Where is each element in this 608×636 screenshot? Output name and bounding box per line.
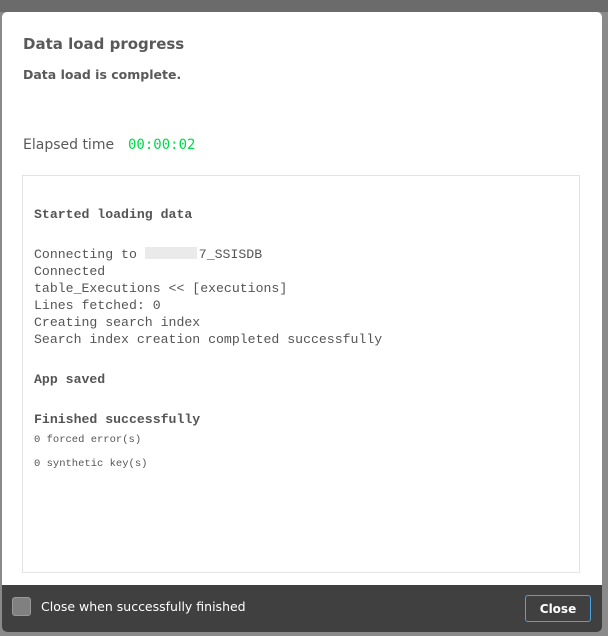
log-connecting-prefix: Connecting to bbox=[34, 247, 145, 262]
close-when-finished-label[interactable]: Close when successfully finished bbox=[41, 599, 246, 614]
log-line: Search index creation completed successf… bbox=[34, 332, 383, 347]
status-message: Data load is complete. bbox=[23, 67, 182, 82]
elapsed-time-value: 00:00:02 bbox=[128, 137, 196, 153]
log-forced-errors: 0 forced error(s) bbox=[34, 434, 142, 446]
log-line: table_Executions << [executions] bbox=[34, 281, 288, 296]
dialog-title: Data load progress bbox=[23, 35, 185, 53]
log-app-saved: App saved bbox=[34, 372, 106, 387]
log-line: Creating search index bbox=[34, 315, 201, 330]
log-line: Connected bbox=[34, 264, 106, 279]
load-log: Started loading data Connecting to 7_SSI… bbox=[22, 175, 580, 573]
elapsed-time-label: Elapsed time bbox=[23, 137, 115, 153]
background-app bbox=[0, 0, 608, 12]
log-line: Lines fetched: 0 bbox=[34, 298, 161, 313]
log-started: Started loading data bbox=[34, 207, 193, 222]
log-finished: Finished successfully bbox=[34, 412, 201, 427]
close-when-finished-checkbox[interactable] bbox=[12, 597, 31, 616]
log-synthetic-keys: 0 synthetic key(s) bbox=[34, 458, 148, 470]
dialog-footer: Close when successfully finished Close bbox=[2, 585, 602, 632]
redacted-server bbox=[144, 247, 197, 259]
close-button[interactable]: Close bbox=[525, 595, 591, 622]
data-load-progress-dialog: Data load progress Data load is complete… bbox=[2, 12, 602, 632]
log-connecting: Connecting to 7_SSISDB bbox=[34, 246, 579, 263]
log-connecting-suffix: 7_SSISDB bbox=[198, 247, 263, 262]
